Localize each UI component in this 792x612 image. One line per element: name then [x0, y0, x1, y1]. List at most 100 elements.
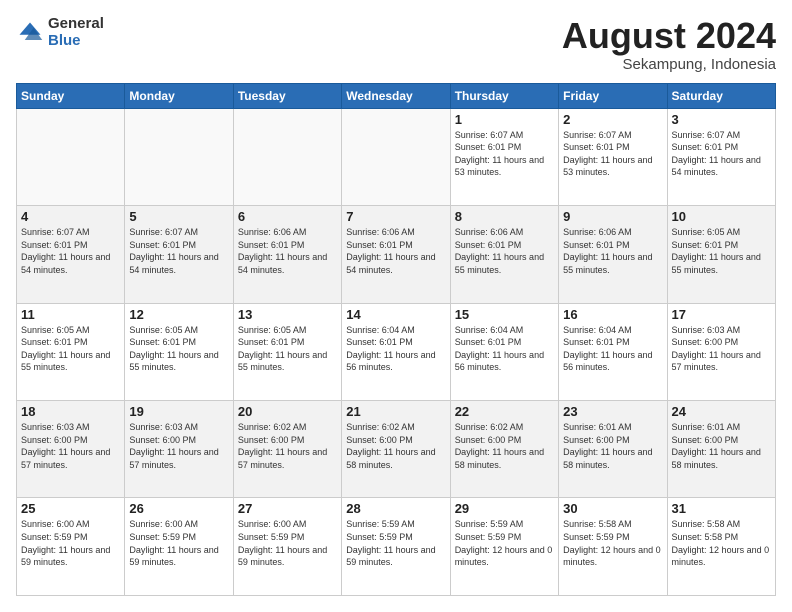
day-number: 13: [238, 307, 337, 322]
table-row: [233, 108, 341, 205]
header-wednesday: Wednesday: [342, 83, 450, 108]
table-row: 17 Sunrise: 6:03 AM Sunset: 6:00 PM Dayli…: [667, 303, 775, 400]
header-tuesday: Tuesday: [233, 83, 341, 108]
day-number: 1: [455, 112, 554, 127]
table-row: 30 Sunrise: 5:58 AM Sunset: 5:59 PM Dayli…: [559, 498, 667, 596]
cell-info: Sunrise: 6:05 AM Sunset: 6:01 PM Dayligh…: [238, 324, 337, 374]
logo-blue-label: Blue: [48, 33, 104, 50]
cell-info: Sunrise: 6:03 AM Sunset: 6:00 PM Dayligh…: [672, 324, 771, 374]
cell-info: Sunrise: 6:07 AM Sunset: 6:01 PM Dayligh…: [21, 226, 120, 276]
table-row: 11 Sunrise: 6:05 AM Sunset: 6:01 PM Dayli…: [17, 303, 125, 400]
day-number: 24: [672, 404, 771, 419]
cell-info: Sunrise: 6:05 AM Sunset: 6:01 PM Dayligh…: [21, 324, 120, 374]
day-number: 15: [455, 307, 554, 322]
cell-info: Sunrise: 6:06 AM Sunset: 6:01 PM Dayligh…: [238, 226, 337, 276]
cell-info: Sunrise: 6:02 AM Sunset: 6:00 PM Dayligh…: [346, 421, 445, 471]
calendar-week-row: 18 Sunrise: 6:03 AM Sunset: 6:00 PM Dayli…: [17, 401, 776, 498]
day-number: 27: [238, 501, 337, 516]
title-block: August 2024 Sekampung, Indonesia: [562, 16, 776, 73]
cell-info: Sunrise: 6:02 AM Sunset: 6:00 PM Dayligh…: [455, 421, 554, 471]
header: General Blue August 2024 Sekampung, Indo…: [16, 16, 776, 73]
table-row: 27 Sunrise: 6:00 AM Sunset: 5:59 PM Dayli…: [233, 498, 341, 596]
day-number: 10: [672, 209, 771, 224]
cell-info: Sunrise: 5:59 AM Sunset: 5:59 PM Dayligh…: [346, 518, 445, 568]
cell-info: Sunrise: 6:07 AM Sunset: 6:01 PM Dayligh…: [129, 226, 228, 276]
cell-info: Sunrise: 5:59 AM Sunset: 5:59 PM Dayligh…: [455, 518, 554, 568]
day-number: 23: [563, 404, 662, 419]
table-row: 22Sunrise: 6:02 AM Sunset: 6:00 PM Dayli…: [450, 401, 558, 498]
day-number: 16: [563, 307, 662, 322]
cell-info: Sunrise: 6:05 AM Sunset: 6:01 PM Dayligh…: [672, 226, 771, 276]
cell-info: Sunrise: 6:03 AM Sunset: 6:00 PM Dayligh…: [21, 421, 120, 471]
table-row: 28 Sunrise: 5:59 AM Sunset: 5:59 PM Dayli…: [342, 498, 450, 596]
cell-info: Sunrise: 6:03 AM Sunset: 6:00 PM Dayligh…: [129, 421, 228, 471]
cell-info: Sunrise: 6:04 AM Sunset: 6:01 PM Dayligh…: [346, 324, 445, 374]
table-row: 15Sunrise: 6:04 AM Sunset: 6:01 PM Dayli…: [450, 303, 558, 400]
cell-info: Sunrise: 6:06 AM Sunset: 6:01 PM Dayligh…: [346, 226, 445, 276]
calendar-table: Sunday Monday Tuesday Wednesday Thursday…: [16, 83, 776, 596]
cell-info: Sunrise: 6:01 AM Sunset: 6:00 PM Dayligh…: [563, 421, 662, 471]
cell-info: Sunrise: 6:07 AM Sunset: 6:01 PM Dayligh…: [455, 129, 554, 179]
logo-icon: [16, 19, 44, 47]
table-row: 24 Sunrise: 6:01 AM Sunset: 6:00 PM Dayli…: [667, 401, 775, 498]
day-number: 12: [129, 307, 228, 322]
header-saturday: Saturday: [667, 83, 775, 108]
logo-text: General Blue: [48, 16, 104, 49]
day-number: 18: [21, 404, 120, 419]
table-row: 23 Sunrise: 6:01 AM Sunset: 6:00 PM Dayli…: [559, 401, 667, 498]
table-row: [125, 108, 233, 205]
cell-info: Sunrise: 6:01 AM Sunset: 6:00 PM Dayligh…: [672, 421, 771, 471]
table-row: 26Sunrise: 6:00 AM Sunset: 5:59 PM Dayli…: [125, 498, 233, 596]
table-row: 19 Sunrise: 6:03 AM Sunset: 6:00 PM Dayli…: [125, 401, 233, 498]
table-row: 6 Sunrise: 6:06 AM Sunset: 6:01 PM Daylig…: [233, 206, 341, 303]
day-number: 8: [455, 209, 554, 224]
day-number: 6: [238, 209, 337, 224]
day-number: 21: [346, 404, 445, 419]
table-row: 14 Sunrise: 6:04 AM Sunset: 6:01 PM Dayli…: [342, 303, 450, 400]
day-number: 30: [563, 501, 662, 516]
day-number: 17: [672, 307, 771, 322]
table-row: 5Sunrise: 6:07 AM Sunset: 6:01 PM Daylig…: [125, 206, 233, 303]
table-row: 12Sunrise: 6:05 AM Sunset: 6:01 PM Dayli…: [125, 303, 233, 400]
cell-info: Sunrise: 6:04 AM Sunset: 6:01 PM Dayligh…: [563, 324, 662, 374]
logo-general-label: General: [48, 16, 104, 33]
logo: General Blue: [16, 16, 104, 49]
day-number: 31: [672, 501, 771, 516]
day-number: 26: [129, 501, 228, 516]
day-number: 25: [21, 501, 120, 516]
day-number: 28: [346, 501, 445, 516]
table-row: [342, 108, 450, 205]
calendar-week-row: 25 Sunrise: 6:00 AM Sunset: 5:59 PM Dayli…: [17, 498, 776, 596]
table-row: 9Sunrise: 6:06 AM Sunset: 6:01 PM Daylig…: [559, 206, 667, 303]
calendar-week-row: 11 Sunrise: 6:05 AM Sunset: 6:01 PM Dayli…: [17, 303, 776, 400]
day-number: 4: [21, 209, 120, 224]
calendar-week-row: 1 Sunrise: 6:07 AM Sunset: 6:01 PM Daylig…: [17, 108, 776, 205]
header-friday: Friday: [559, 83, 667, 108]
day-number: 9: [563, 209, 662, 224]
calendar-header-row: Sunday Monday Tuesday Wednesday Thursday…: [17, 83, 776, 108]
cell-info: Sunrise: 6:02 AM Sunset: 6:00 PM Dayligh…: [238, 421, 337, 471]
table-row: 18 Sunrise: 6:03 AM Sunset: 6:00 PM Dayli…: [17, 401, 125, 498]
day-number: 7: [346, 209, 445, 224]
page: General Blue August 2024 Sekampung, Indo…: [0, 0, 792, 612]
table-row: 8Sunrise: 6:06 AM Sunset: 6:01 PM Daylig…: [450, 206, 558, 303]
cell-info: Sunrise: 6:00 AM Sunset: 5:59 PM Dayligh…: [238, 518, 337, 568]
location-label: Sekampung, Indonesia: [562, 56, 776, 73]
header-monday: Monday: [125, 83, 233, 108]
table-row: 25Sunrise: 6:00 AM Sunset: 5:59 PM Dayli…: [17, 498, 125, 596]
day-number: 19: [129, 404, 228, 419]
day-number: 14: [346, 307, 445, 322]
cell-info: Sunrise: 5:58 AM Sunset: 5:59 PM Dayligh…: [563, 518, 662, 568]
table-row: 13 Sunrise: 6:05 AM Sunset: 6:01 PM Dayli…: [233, 303, 341, 400]
table-row: 1 Sunrise: 6:07 AM Sunset: 6:01 PM Daylig…: [450, 108, 558, 205]
table-row: 29Sunrise: 5:59 AM Sunset: 5:59 PM Dayli…: [450, 498, 558, 596]
day-number: 2: [563, 112, 662, 127]
cell-info: Sunrise: 5:58 AM Sunset: 5:58 PM Dayligh…: [672, 518, 771, 568]
cell-info: Sunrise: 6:07 AM Sunset: 6:01 PM Dayligh…: [672, 129, 771, 179]
day-number: 11: [21, 307, 120, 322]
table-row: 16 Sunrise: 6:04 AM Sunset: 6:01 PM Dayli…: [559, 303, 667, 400]
calendar-week-row: 4 Sunrise: 6:07 AM Sunset: 6:01 PM Daylig…: [17, 206, 776, 303]
table-row: 2 Sunrise: 6:07 AM Sunset: 6:01 PM Daylig…: [559, 108, 667, 205]
cell-info: Sunrise: 6:07 AM Sunset: 6:01 PM Dayligh…: [563, 129, 662, 179]
table-row: [17, 108, 125, 205]
